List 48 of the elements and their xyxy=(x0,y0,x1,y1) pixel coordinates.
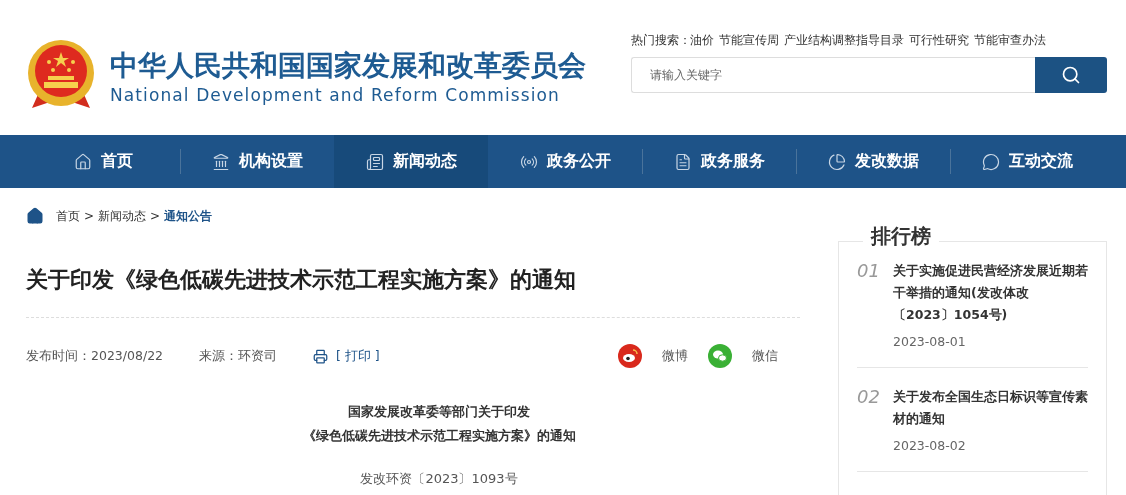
hot-search-link[interactable]: 节能宣传周 xyxy=(719,32,779,49)
newspaper-icon xyxy=(365,152,384,171)
breadcrumb-separator: > xyxy=(84,209,95,223)
site-title: 中华人民共和国国家发展和改革委员会 xyxy=(110,47,586,84)
rank-number: 02 xyxy=(857,386,879,409)
document-heading: 国家发展改革委等部门关于印发 xyxy=(348,403,530,421)
weibo-icon xyxy=(618,344,642,368)
hot-search-link[interactable]: 可行性研究 xyxy=(909,32,969,49)
nav-tab[interactable]: 首页 xyxy=(26,135,180,188)
site-subtitle: National Development and Reform Commission xyxy=(110,84,561,105)
print-link[interactable]: [ 打印 ] xyxy=(336,347,380,365)
hot-search-label: 热门搜索： xyxy=(631,32,691,49)
nav-tab[interactable]: 政务公开 xyxy=(488,135,642,188)
chat-icon xyxy=(981,152,1000,171)
hot-search-link[interactable]: 节能审查办法 xyxy=(974,32,1046,49)
article-title: 关于印发《绿色低碳先进技术示范工程实施方案》的通知 xyxy=(26,265,800,318)
nav-tab[interactable]: 新闻动态 xyxy=(334,135,488,188)
nav-tab[interactable]: 发改数据 xyxy=(796,135,950,188)
document-heading: 《绿色低碳先进技术示范工程实施方案》的通知 xyxy=(302,427,576,445)
breadcrumb-link[interactable]: 通知公告 xyxy=(164,207,213,225)
breadcrumb-separator: > xyxy=(150,209,161,223)
breadcrumb-link[interactable]: 首页 xyxy=(56,207,80,225)
building-icon xyxy=(211,152,230,171)
share-link[interactable]: 微博 xyxy=(662,344,688,368)
publish-date: 发布时间：2023/08/22 xyxy=(26,347,164,365)
share-link[interactable]: 微信 xyxy=(752,344,778,368)
pie-chart-icon xyxy=(827,152,846,171)
ranking-link[interactable]: 关于发布全国生态日标识等宣传素材的通知 xyxy=(893,386,1088,430)
document-number: 发改环资〔2023〕1093号 xyxy=(360,470,518,488)
nav-tab[interactable]: 政务服务 xyxy=(642,135,796,188)
article-source: 来源：环资司 xyxy=(199,347,278,365)
home-icon xyxy=(26,207,44,225)
home-icon xyxy=(73,152,92,171)
hot-search-link[interactable]: 产业结构调整指导目录 xyxy=(784,32,904,49)
hot-search-link[interactable]: 油价 xyxy=(690,32,714,49)
ranking-date: 2023-08-01 xyxy=(893,334,967,349)
wechat-icon xyxy=(708,344,732,368)
document-icon xyxy=(673,152,692,171)
ranking-link[interactable]: 关于实施促进民营经济发展近期若干举措的通知(发改体改〔2023〕1054号) xyxy=(893,260,1088,326)
nav-tab[interactable]: 机构设置 xyxy=(180,135,334,188)
nav-tab[interactable]: 互动交流 xyxy=(950,135,1104,188)
printer-icon xyxy=(313,348,329,364)
rank-number: 01 xyxy=(857,260,879,283)
breadcrumb-link[interactable]: 新闻动态 xyxy=(98,207,147,225)
search-field[interactable]: 请输入关键字 xyxy=(631,57,1035,93)
search-icon xyxy=(1061,65,1081,85)
ranking-date: 2023-08-02 xyxy=(893,438,967,453)
search-button[interactable] xyxy=(1035,57,1107,93)
